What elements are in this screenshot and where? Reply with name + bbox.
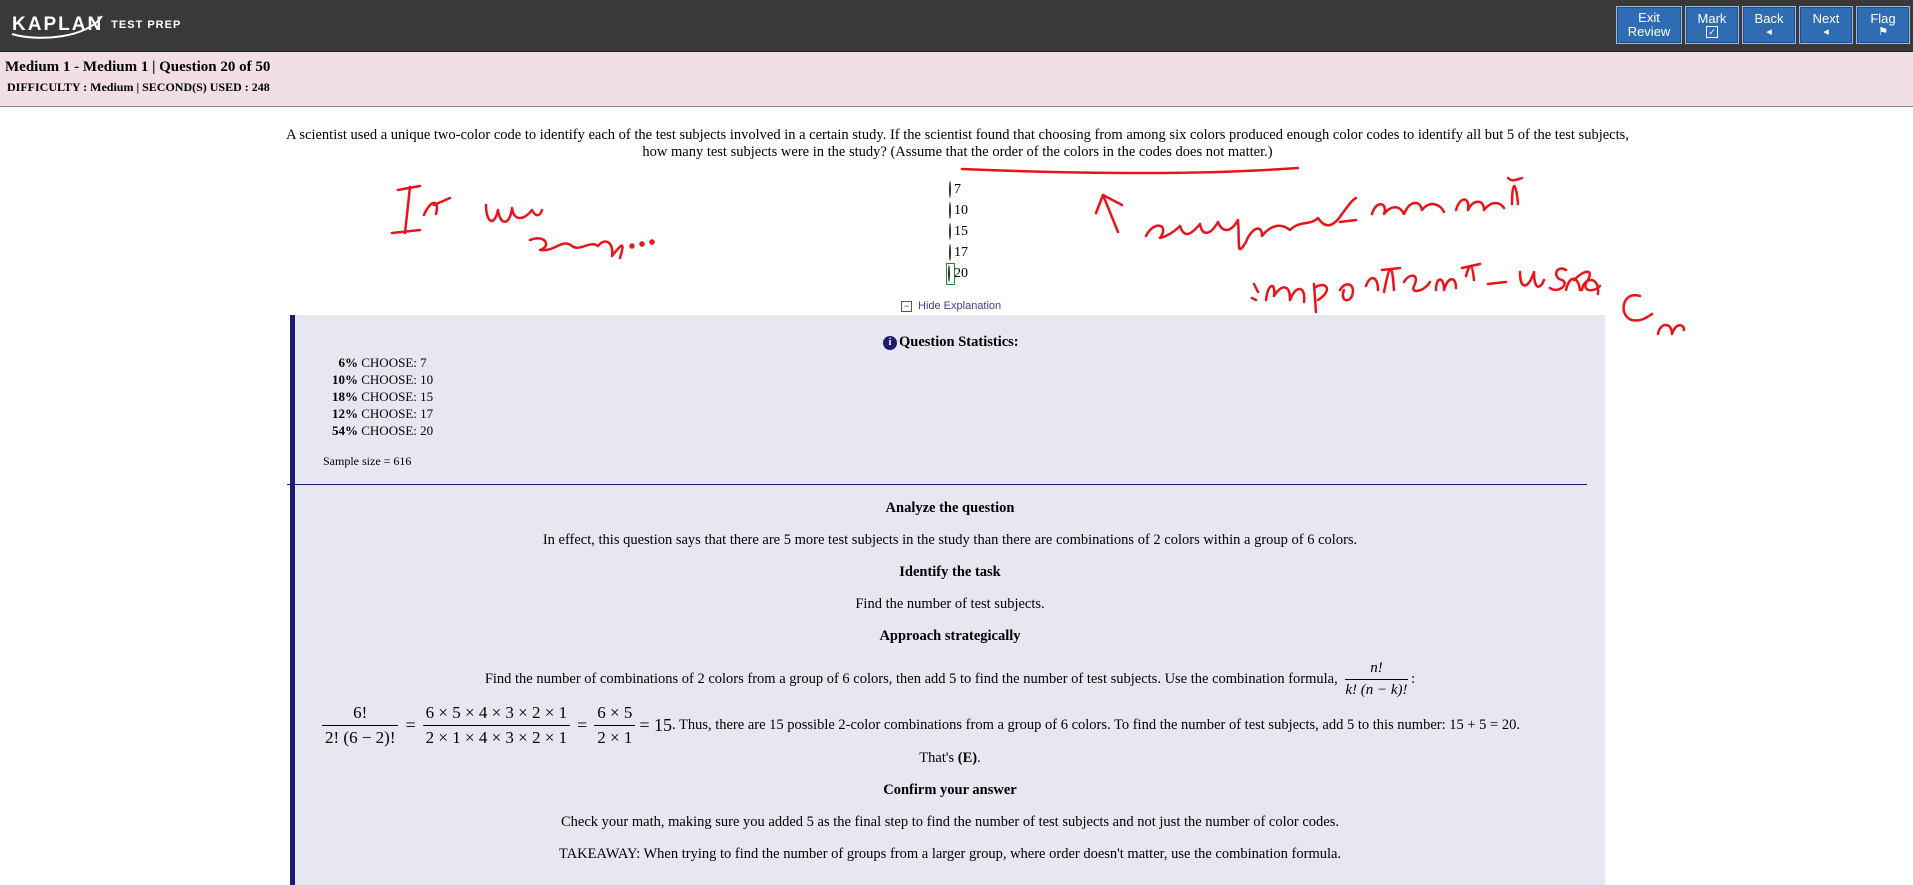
equation-result: = 15 — [639, 715, 672, 735]
logo-swoosh-icon — [11, 15, 103, 39]
equation-line: 6! 2! (6 − 2)! = 6 × 5 × 4 × 3 × 2 × 12 ×… — [318, 703, 1520, 748]
sample-size: Sample size = 616 — [323, 454, 412, 468]
choice-e[interactable]: 20 — [946, 262, 968, 285]
kaplan-logo: KAPLAN TEST PREP — [11, 12, 182, 39]
question-title: Medium 1 - Medium 1 | Question 20 of 50 — [5, 59, 271, 75]
stat-row: 12% CHOOSE: 17 — [332, 406, 434, 421]
collapse-icon: − — [901, 300, 912, 312]
flag-button[interactable]: Flag ⚑ — [1856, 6, 1910, 44]
divider — [287, 484, 1587, 485]
nav-buttons: Exit Review Mark ✓ Back ◂ Next ◂ Flag ⚑ — [1616, 6, 1910, 44]
flag-icon: ⚑ — [1878, 26, 1888, 38]
fraction: 6 × 52 × 1 — [594, 703, 636, 748]
choice-d[interactable]: 17 — [949, 242, 968, 263]
mark-button[interactable]: Mark ✓ — [1685, 6, 1739, 44]
difficulty-label: DIFFICULTY : Medium | SECOND(S) USED : 2… — [7, 80, 270, 94]
combination-formula: n! k! (n − k)! — [1345, 660, 1408, 698]
stat-row: 18% CHOOSE: 15 — [332, 389, 434, 404]
checkbox-icon: ✓ — [1706, 26, 1718, 38]
takeaway: TAKEAWAY: When trying to find the number… — [558, 846, 1342, 862]
radio-button[interactable] — [949, 180, 951, 198]
hide-explanation-toggle[interactable]: − Hide Explanation — [901, 300, 1001, 312]
answer-choices: 7 10 15 17 20 — [946, 179, 968, 285]
radio-button[interactable] — [949, 243, 951, 261]
choice-b[interactable]: 10 — [949, 200, 968, 221]
paragraph-approach: Find the number of combinations of 2 col… — [484, 660, 1416, 698]
arrow-icon: ◂ — [1823, 26, 1829, 38]
stat-row: 10% CHOOSE: 10 — [332, 372, 434, 387]
fraction: 6! 2! (6 − 2)! — [322, 703, 399, 748]
question-stem: A scientist used a unique two-color code… — [286, 127, 1629, 160]
heading-confirm: Confirm your answer — [883, 782, 1017, 798]
stat-row: 54% CHOOSE: 20 — [332, 423, 434, 438]
next-button[interactable]: Next ◂ — [1799, 6, 1853, 44]
radio-button-selected[interactable] — [948, 264, 950, 282]
radio-button[interactable] — [949, 201, 951, 219]
arrow-left-icon: ◂ — [1766, 26, 1772, 38]
heading-analyze: Analyze the question — [885, 500, 1015, 516]
fraction: 6 × 5 × 4 × 3 × 2 × 12 × 1 × 4 × 3 × 2 ×… — [422, 703, 571, 748]
statistics-title: i Question Statistics: — [883, 334, 1019, 351]
paragraph-identify: Find the number of test subjects. — [855, 596, 1045, 612]
equation-tail: . Thus, there are 15 possible 2-color co… — [671, 717, 1520, 733]
radio-button[interactable] — [949, 222, 951, 240]
paragraph-analyze: In effect, this question says that there… — [542, 532, 1358, 548]
question-info-bar: Medium 1 - Medium 1 | Question 20 of 50 … — [0, 52, 1913, 107]
paragraph-confirm: Check your math, making sure you added 5… — [561, 814, 1339, 830]
heading-identify: Identify the task — [899, 564, 1001, 580]
answer-statement: That's (E). — [919, 750, 981, 766]
choice-a[interactable]: 7 — [949, 179, 968, 200]
info-icon: i — [883, 335, 897, 350]
top-bar: KAPLAN TEST PREP Exit Review Mark ✓ Back… — [0, 0, 1913, 52]
heading-approach: Approach strategically — [879, 628, 1021, 644]
choice-c[interactable]: 15 — [949, 221, 968, 242]
brand-subtitle: TEST PREP — [111, 19, 182, 31]
exit-review-button[interactable]: Exit Review — [1616, 6, 1682, 44]
statistics-list: 6% CHOOSE: 7 10% CHOOSE: 10 18% CHOOSE: … — [320, 354, 433, 439]
stat-row: 6% CHOOSE: 7 — [338, 355, 427, 370]
back-button[interactable]: Back ◂ — [1742, 6, 1796, 44]
